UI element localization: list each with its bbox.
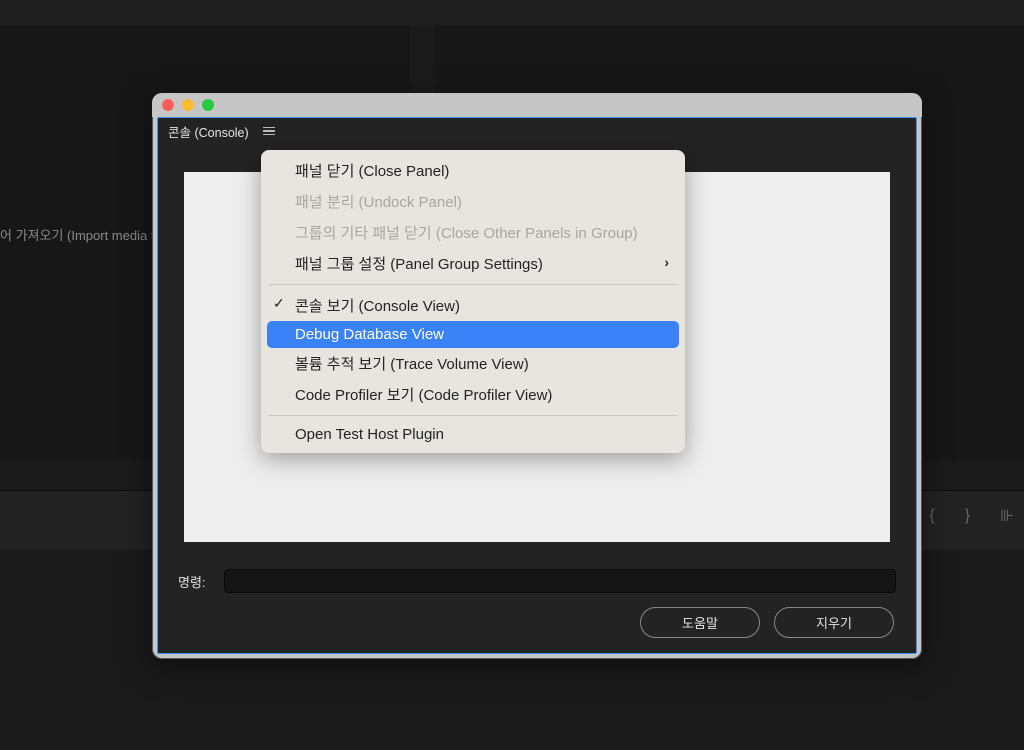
- menu-item-debug-db-view[interactable]: Debug Database View: [267, 321, 679, 348]
- menu-item-label: 그룹의 기타 패널 닫기 (Close Other Panels in Grou…: [295, 225, 638, 242]
- menu-item-console-view[interactable]: ✓ 콘솔 보기 (Console View): [261, 290, 685, 321]
- menu-item-code-profiler-view[interactable]: Code Profiler 보기 (Code Profiler View): [261, 379, 685, 410]
- menu-item-close-other: 그룹의 기타 패널 닫기 (Close Other Panels in Grou…: [261, 217, 685, 248]
- menu-item-label: 볼륨 추적 보기 (Trace Volume View): [295, 356, 529, 373]
- menu-item-label: Code Profiler 보기 (Code Profiler View): [295, 387, 552, 404]
- zoom-icon[interactable]: [202, 99, 214, 111]
- menu-item-label: 패널 분리 (Undock Panel): [295, 194, 462, 211]
- menu-item-label: 패널 닫기 (Close Panel): [295, 163, 449, 180]
- host-topbar: [0, 0, 1024, 25]
- menu-item-label: 콘솔 보기 (Console View): [295, 298, 460, 315]
- menu-item-label: 패널 그룹 설정 (Panel Group Settings): [295, 256, 543, 273]
- minimize-icon[interactable]: [182, 99, 194, 111]
- panel-menu-icon[interactable]: [263, 127, 275, 136]
- menu-item-trace-volume-view[interactable]: 볼륨 추적 보기 (Trace Volume View): [261, 348, 685, 379]
- menu-separator: [269, 284, 677, 285]
- close-icon[interactable]: [162, 99, 174, 111]
- command-label: 명령:: [178, 572, 206, 591]
- clear-button[interactable]: 지우기: [774, 607, 894, 638]
- panel-tabbar: 콘솔 (Console): [158, 118, 916, 144]
- mac-titlebar[interactable]: [152, 93, 922, 117]
- check-icon: ✓: [273, 295, 285, 312]
- command-input[interactable]: [224, 569, 896, 593]
- brace-close-icon[interactable]: }: [965, 507, 970, 525]
- menu-item-open-test-host[interactable]: Open Test Host Plugin: [261, 421, 685, 448]
- brace-open-icon[interactable]: {: [929, 507, 934, 525]
- chevron-right-icon: ›: [664, 254, 669, 270]
- panel-context-menu: 패널 닫기 (Close Panel) 패널 분리 (Undock Panel) 그…: [261, 150, 685, 453]
- button-row: 도움말 지우기: [640, 607, 894, 638]
- tab-console-label: 콘솔 (Console): [168, 122, 249, 141]
- help-button[interactable]: 도움말: [640, 607, 760, 638]
- traffic-lights: [162, 99, 214, 111]
- menu-separator: [269, 415, 677, 416]
- menu-item-panel-group[interactable]: 패널 그룹 설정 (Panel Group Settings) ›: [261, 248, 685, 279]
- menu-item-label: Open Test Host Plugin: [295, 426, 444, 443]
- command-row: 명령:: [178, 569, 896, 593]
- marker-icon[interactable]: ⊪: [1000, 506, 1014, 526]
- menu-item-undock-panel: 패널 분리 (Undock Panel): [261, 186, 685, 217]
- menu-item-close-panel[interactable]: 패널 닫기 (Close Panel): [261, 155, 685, 186]
- menu-item-label: Debug Database View: [295, 326, 444, 343]
- import-media-text: 어 가져오기 (Import media to: [0, 225, 170, 244]
- tab-console[interactable]: 콘솔 (Console): [168, 122, 275, 141]
